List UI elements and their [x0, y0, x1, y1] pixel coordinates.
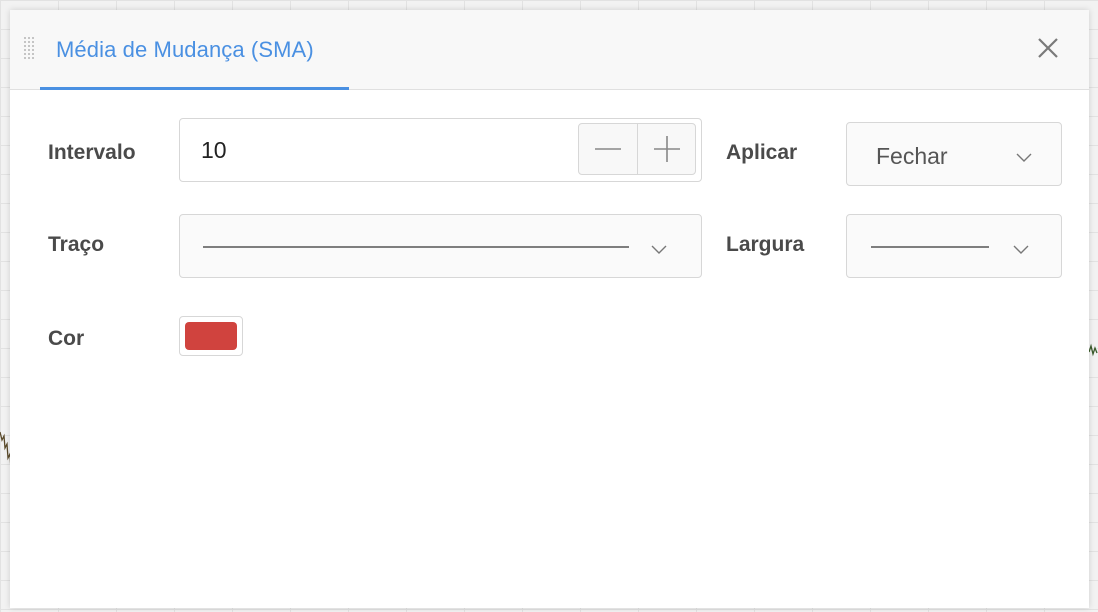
decrement-button[interactable] [579, 124, 637, 174]
line-width-preview [871, 246, 989, 248]
stroke-label: Traço [48, 233, 105, 256]
color-picker-button[interactable] [179, 316, 243, 356]
interval-value[interactable]: 10 [201, 137, 227, 164]
chevron-down-icon [1013, 245, 1029, 254]
interval-label: Intervalo [48, 141, 136, 164]
width-select[interactable] [846, 214, 1062, 278]
increment-button[interactable] [638, 124, 696, 174]
apply-select[interactable]: Fechar [846, 122, 1062, 186]
close-icon[interactable] [1034, 34, 1062, 62]
plus-icon [654, 136, 680, 162]
interval-input[interactable]: 10 [179, 118, 702, 182]
stroke-select[interactable] [179, 214, 702, 278]
chevron-down-icon [651, 245, 667, 254]
dialog-title: Média de Mudança (SMA) [56, 37, 314, 62]
interval-stepper [578, 123, 696, 175]
background-chart-trace [1089, 343, 1098, 357]
dialog-header: Média de Mudança (SMA) [10, 10, 1089, 90]
chevron-down-icon [1016, 153, 1032, 162]
width-label: Largura [726, 233, 805, 256]
minus-icon [595, 148, 621, 150]
drag-handle-icon[interactable] [22, 36, 36, 62]
solid-line-preview [203, 246, 629, 248]
apply-label: Aplicar [726, 141, 798, 164]
color-label: Cor [48, 327, 85, 350]
active-tab-underline [40, 87, 349, 90]
apply-selected-value: Fechar [876, 143, 948, 169]
sma-settings-dialog: Média de Mudança (SMA) Intervalo 10 Apli… [10, 10, 1089, 608]
color-swatch [185, 322, 237, 350]
